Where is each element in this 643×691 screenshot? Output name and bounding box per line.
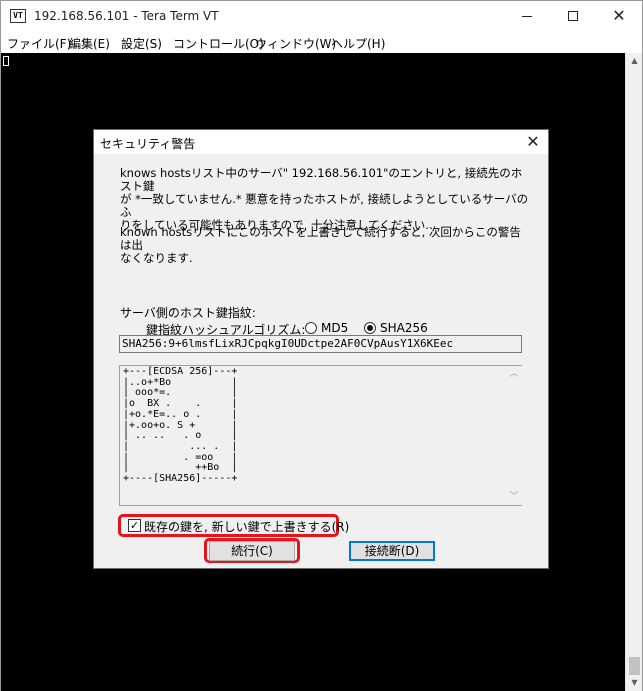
info-line: known hostsリストにこのホストを上書きして続行すると, 次回からこの警… [120, 225, 521, 252]
warning-line: が *一致していません.* 悪意を持ったホストが, 接続しようとしているサーバの… [120, 192, 529, 219]
fingerprint-field[interactable]: SHA256:9+6lmsfLixRJCpqkgI0UDctpe2AF0CVpA… [119, 335, 522, 353]
overwrite-key-label[interactable]: 既存の鍵を, 新しい鍵で上書きする(R) [144, 518, 349, 535]
menu-help[interactable]: ヘルプ(H) [331, 35, 385, 52]
md5-radio-label[interactable]: MD5 [321, 321, 348, 335]
scroll-thumb[interactable] [629, 657, 640, 675]
randomart-text: +---[ECDSA 256]---+ |..o+*Bo | | ooo*=. … [123, 366, 238, 485]
checkmark-icon: ✓ [129, 519, 140, 532]
maximize-button[interactable] [550, 1, 596, 32]
maximize-icon [568, 11, 578, 21]
menu-settings[interactable]: 設定(S) [121, 35, 162, 52]
randomart-box[interactable]: +---[ECDSA 256]---+ |..o+*Bo | | ooo*=. … [119, 365, 522, 506]
security-warning-dialog: セキュリティ警告 ✕ knows hostsリスト中のサーバ" 192.168.… [93, 129, 549, 569]
sha256-radio[interactable] [364, 322, 376, 334]
minimize-icon [522, 15, 532, 17]
warning-line: knows hostsリスト中のサーバ" 192.168.56.101"のエント… [120, 166, 523, 193]
menu-edit[interactable]: 編集(E) [69, 35, 110, 52]
dialog-title: セキュリティ警告 [100, 137, 196, 151]
dialog-title-bar[interactable]: セキュリティ警告 ✕ [94, 130, 548, 154]
sha256-radio-label[interactable]: SHA256 [380, 321, 428, 335]
overwrite-info-message: known hostsリストにこのホストを上書きして続行すると, 次回からこの警… [120, 226, 530, 265]
terminal-scrollbar[interactable]: ▲ ▼ [625, 53, 642, 691]
menu-bar: ファイル(F) 編集(E) 設定(S) コントロール(O) ウィンドウ(W) ヘ… [1, 32, 642, 52]
overwrite-key-checkbox[interactable]: ✓ [128, 519, 141, 532]
dialog-close-button[interactable]: ✕ [520, 131, 546, 153]
scroll-up-icon[interactable]: ▲ [626, 53, 643, 68]
chevron-down-icon[interactable]: ﹀ [506, 489, 522, 505]
close-icon: ✕ [612, 6, 626, 25]
continue-button[interactable]: 続行(C) [209, 541, 295, 561]
terminal-cursor [3, 56, 9, 66]
disconnect-button[interactable]: 接続断(D) [349, 541, 435, 561]
info-line: なくなります. [120, 251, 193, 265]
title-bar[interactable]: VT 192.168.56.101 - Tera Term VT ✕ [1, 1, 642, 32]
minimize-button[interactable] [504, 1, 550, 32]
randomart-scrollbar[interactable]: ︿ ﹀ [506, 366, 522, 505]
close-icon: ✕ [526, 132, 540, 151]
menu-file[interactable]: ファイル(F) [7, 35, 71, 52]
mismatch-warning-message: knows hostsリスト中のサーバ" 192.168.56.101"のエント… [120, 167, 530, 232]
teraterm-app-icon: VT [10, 9, 26, 23]
menu-window[interactable]: ウィンドウ(W) [255, 35, 336, 52]
menu-control[interactable]: コントロール(O) [173, 35, 264, 52]
close-window-button[interactable]: ✕ [596, 1, 642, 32]
fingerprint-label: サーバ側のホスト鍵指紋: [120, 306, 256, 320]
chevron-up-icon[interactable]: ︿ [506, 366, 522, 382]
window-title: 192.168.56.101 - Tera Term VT [34, 9, 219, 23]
scroll-down-icon[interactable]: ▼ [626, 675, 643, 690]
md5-radio[interactable] [305, 322, 317, 334]
